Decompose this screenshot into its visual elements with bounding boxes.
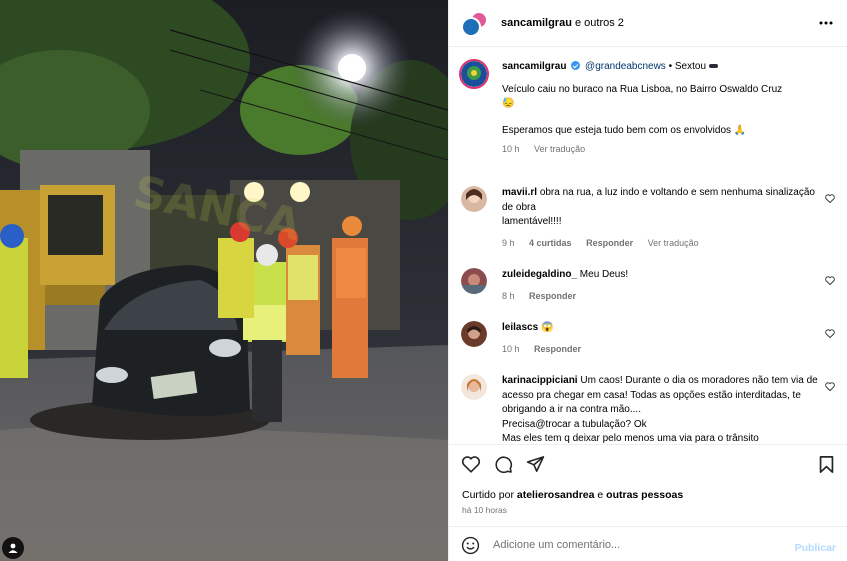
comment-text: obra na rua, a luz indo e voltando e sem… [502, 187, 815, 213]
post-photo[interactable]: SANCA [0, 0, 448, 561]
reply-button[interactable]: Responder [586, 238, 633, 248]
avatar[interactable] [461, 321, 487, 347]
post-time[interactable]: há 10 horas [462, 505, 507, 515]
emoji-icon[interactable] [461, 536, 480, 555]
like-comment-heart-icon[interactable] [825, 329, 835, 338]
comment-bubble-icon[interactable] [494, 455, 513, 474]
like-comment-heart-icon[interactable] [825, 276, 835, 285]
liked-others[interactable]: outras pessoas [606, 489, 683, 501]
publish-button[interactable]: Publicar [795, 542, 836, 554]
comment-text-line-3: Mas eles tem q deixar pelo menos uma via… [502, 433, 759, 444]
translate-link[interactable]: Ver tradução [648, 238, 699, 248]
comment-username[interactable]: karinacippiciani [502, 375, 578, 386]
comment-username[interactable]: zuleidegaldino_ [502, 269, 577, 280]
comment-username[interactable]: leilascs [502, 322, 538, 333]
night-street-scene: SANCA [0, 0, 448, 561]
header-collaborators[interactable]: e outros 2 [572, 17, 624, 29]
like-comment-heart-icon[interactable] [825, 382, 835, 391]
comment-text: 😱 [540, 322, 554, 333]
post-header: sancamilgrau e outros 2 [449, 0, 847, 47]
comment-text: Meu Deus! [579, 269, 629, 280]
comment-likes[interactable]: 4 curtidas [529, 238, 572, 248]
caption-mention[interactable]: @grandeabcnews [585, 61, 666, 72]
comment-time[interactable]: 10 h [502, 344, 520, 354]
post-actions: Curtido por atelierosandrea e outras pes… [449, 444, 847, 526]
tagged-user-icon[interactable] [2, 537, 24, 559]
liked-user[interactable]: atelierosandrea [517, 489, 595, 501]
caption-username[interactable]: sancamilgrau [502, 61, 566, 72]
caption-time[interactable]: 10 h [502, 144, 520, 154]
comments-list[interactable]: sancamilgrau @grandeabcnews • Sextou Veí… [449, 47, 847, 444]
like-heart-icon[interactable] [461, 455, 481, 473]
collab-avatars[interactable] [461, 11, 488, 37]
comment-text-line-2: Precisa@trocar a tubulação? Ok [502, 418, 647, 430]
avatar[interactable] [459, 59, 489, 89]
more-options-button[interactable] [818, 15, 834, 31]
avatar[interactable] [461, 374, 487, 400]
comment-text-line-2: lamentável!!!! [502, 216, 562, 227]
liked-prefix: Curtido por [462, 489, 517, 501]
avatar[interactable] [461, 268, 487, 294]
header-username[interactable]: sancamilgrau [501, 17, 572, 29]
comment-time[interactable]: 9 h [502, 238, 515, 248]
avatar[interactable] [461, 186, 487, 212]
sunglasses-emoji-icon [708, 64, 718, 68]
share-send-icon[interactable] [526, 455, 545, 473]
comment-username[interactable]: mavii.rl [502, 187, 537, 198]
comment-composer: Publicar [449, 526, 847, 561]
liked-by-text[interactable]: Curtido por atelierosandrea e outras pes… [462, 489, 683, 501]
more-icon [819, 21, 833, 25]
reply-button[interactable]: Responder [534, 344, 581, 354]
caption-translate-link[interactable]: Ver tradução [534, 144, 585, 154]
post-side-panel: sancamilgrau e outros 2 sancamilgrau @gr… [448, 0, 847, 561]
reply-button[interactable]: Responder [529, 291, 576, 301]
verified-icon [571, 61, 581, 70]
caption-emoji-2: 🙏 [733, 124, 747, 136]
avatar [461, 17, 481, 37]
caption-line-1: Veículo caiu no buraco na Rua Lisboa, no… [502, 83, 783, 95]
caption-suffix: • Sextou [665, 61, 709, 72]
like-comment-heart-icon[interactable] [825, 194, 835, 203]
caption-line-2: Esperamos que esteja tudo bem com os env… [502, 124, 732, 136]
header-title[interactable]: sancamilgrau e outros 2 [501, 17, 624, 29]
save-bookmark-icon[interactable] [818, 455, 835, 474]
caption-emoji-1: 😓 [502, 98, 515, 109]
liked-mid: e [594, 489, 607, 501]
comment-time[interactable]: 8 h [502, 291, 515, 301]
comment-input[interactable] [493, 536, 783, 554]
